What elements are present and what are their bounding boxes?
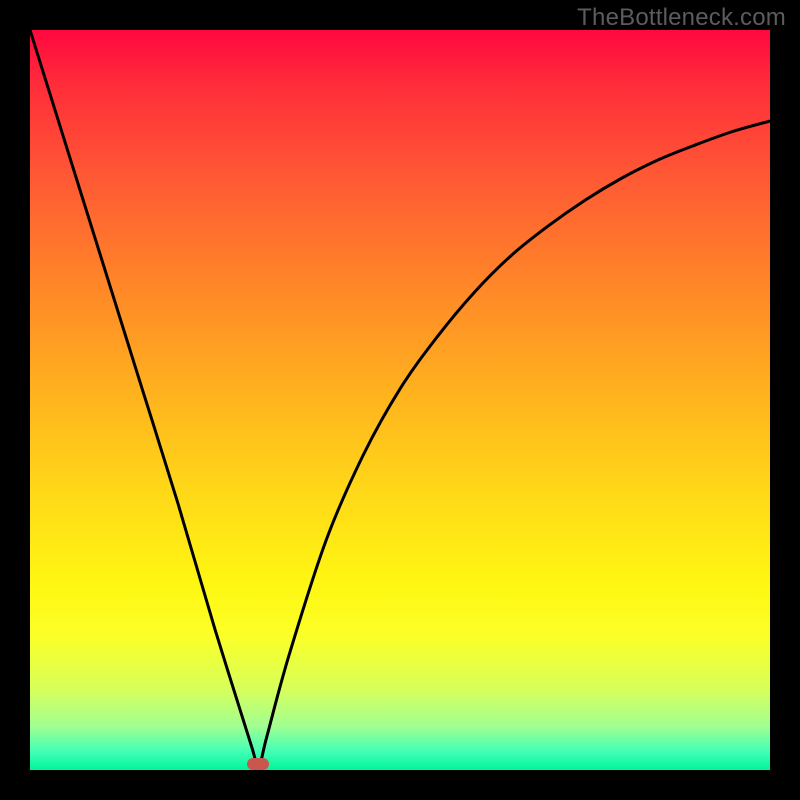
- watermark-text: TheBottleneck.com: [577, 4, 786, 32]
- chart-frame: TheBottleneck.com: [0, 0, 800, 800]
- chart-plot-area: [30, 30, 770, 770]
- bottleneck-curve: [30, 30, 770, 770]
- optimum-marker: [247, 758, 269, 770]
